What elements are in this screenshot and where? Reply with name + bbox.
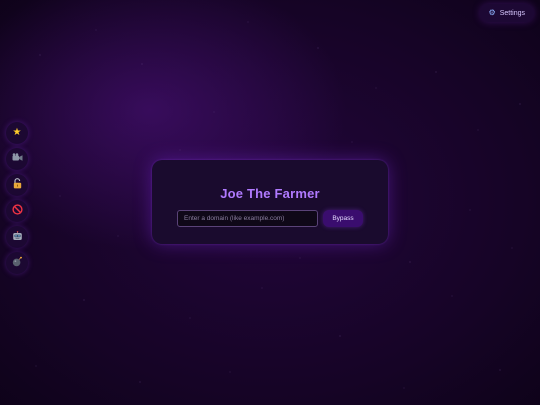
sidebar-item-bomb[interactable] — [6, 252, 28, 274]
sidebar-item-no-entry[interactable] — [6, 200, 28, 222]
bypass-button[interactable]: Bypass — [323, 210, 363, 227]
settings-button[interactable]: ⚙ Settings — [479, 4, 534, 22]
bomb-icon — [12, 256, 23, 270]
unlocked-lock-icon — [13, 178, 22, 192]
no-entry-icon — [11, 204, 23, 218]
sidebar-item-camera[interactable] — [6, 148, 28, 170]
sidebar: ★ — [6, 122, 28, 274]
bypass-card: Joe The Farmer Bypass — [152, 160, 388, 244]
movie-camera-icon — [12, 153, 23, 165]
star-icon: ★ — [12, 127, 22, 138]
settings-label: Settings — [499, 9, 525, 17]
sidebar-item-robot[interactable] — [6, 226, 28, 248]
sidebar-item-lock[interactable] — [6, 174, 28, 196]
page-title: Joe The Farmer — [220, 186, 320, 201]
sidebar-item-star[interactable]: ★ — [6, 122, 28, 144]
robot-icon — [12, 230, 23, 244]
domain-input[interactable] — [177, 210, 318, 227]
gear-icon: ⚙ — [488, 8, 496, 17]
